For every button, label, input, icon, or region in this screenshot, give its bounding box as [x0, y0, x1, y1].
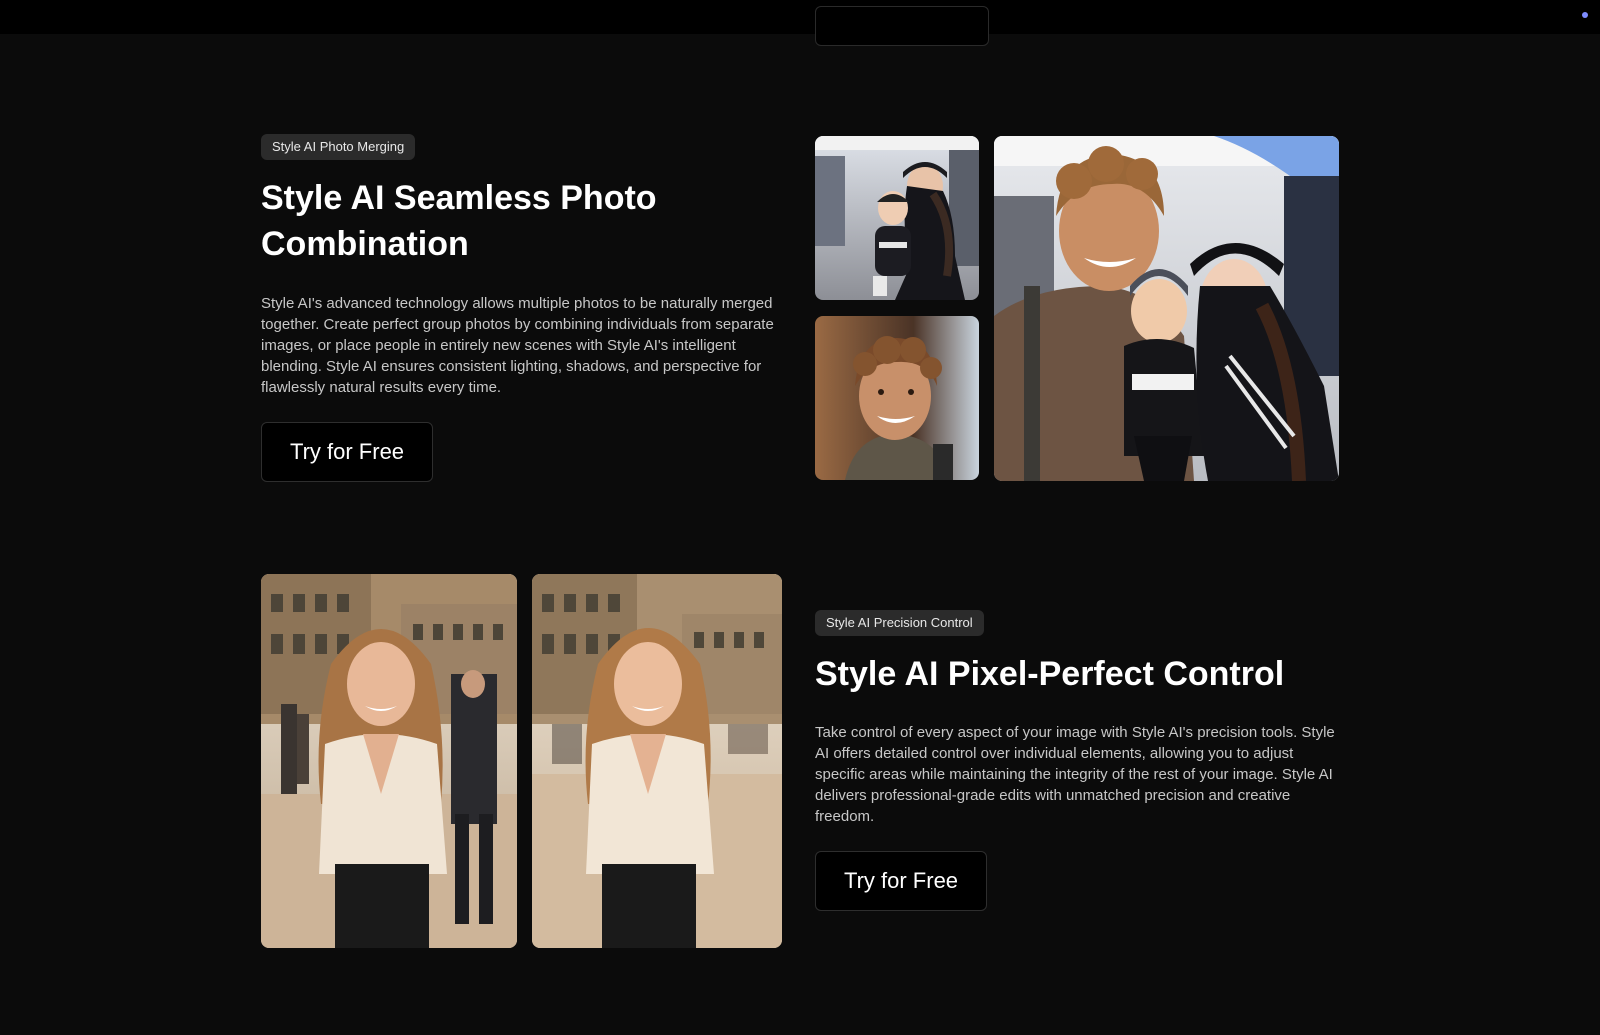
top-bar	[0, 0, 1600, 34]
dot-icon	[1582, 12, 1588, 18]
woman-holding-baby-photo	[815, 136, 979, 300]
woman-in-city-square-after	[532, 574, 782, 948]
section-description: Take control of every aspect of your ima…	[815, 724, 1335, 825]
precision-control-section: Style AI Precision Control Style AI Pixe…	[0, 560, 1600, 960]
section-badge: Style AI Precision Control	[815, 610, 984, 636]
photo-merging-section: Style AI Photo Merging Style AI Seamless…	[0, 120, 1600, 500]
try-for-free-button[interactable]: Try for Free	[261, 422, 433, 482]
try-for-free-button[interactable]: Try for Free	[815, 851, 987, 911]
section-title: Style AI Seamless Photo Combination	[261, 179, 657, 263]
section-description: Style AI's advanced technology allows mu…	[261, 295, 774, 396]
previous-section-button[interactable]	[815, 6, 989, 46]
merged-family-photo	[994, 136, 1339, 481]
smiling-young-man-portrait	[815, 316, 979, 480]
section-title: Style AI Pixel-Perfect Control	[815, 655, 1285, 693]
section-badge: Style AI Photo Merging	[261, 134, 416, 160]
woman-in-city-square-before	[261, 574, 517, 948]
